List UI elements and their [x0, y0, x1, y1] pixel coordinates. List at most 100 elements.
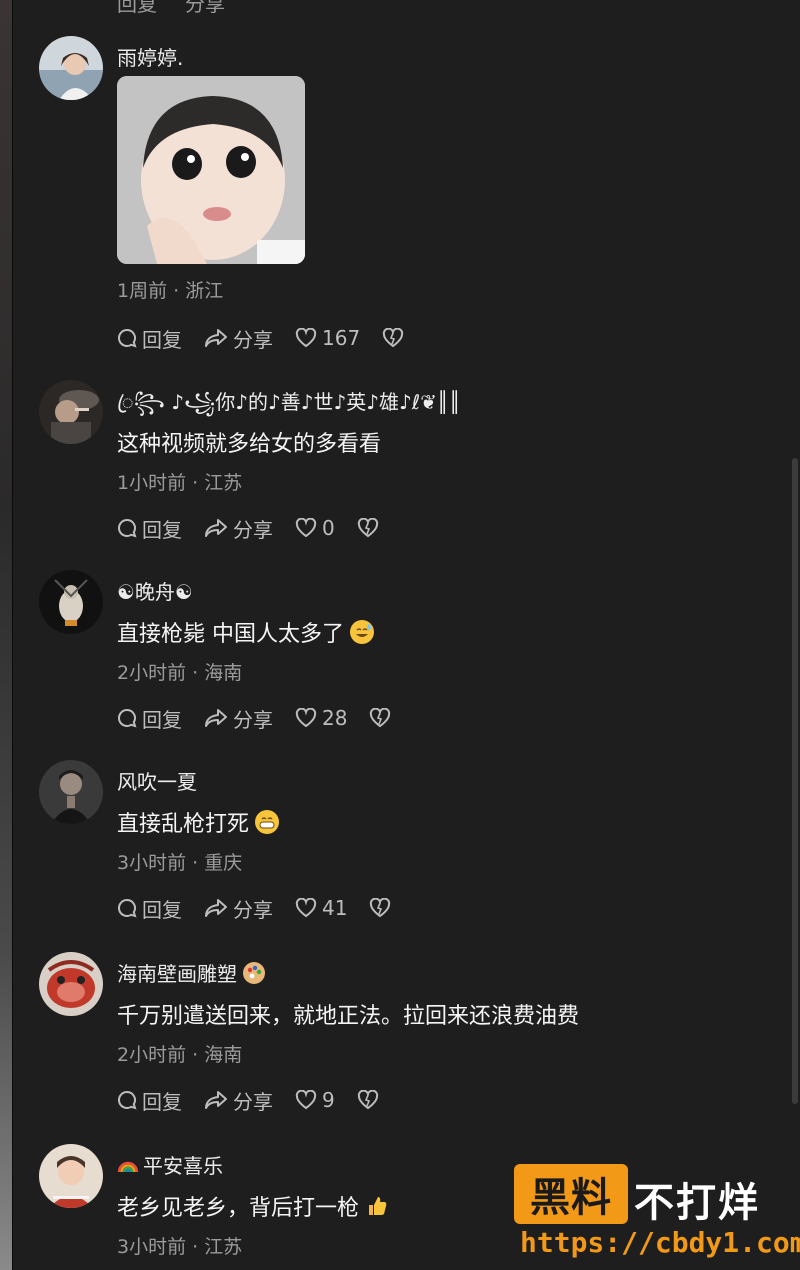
like-count: 28	[322, 706, 348, 730]
heart-icon	[295, 708, 317, 728]
avatar[interactable]	[39, 760, 103, 824]
palette-emoji	[243, 962, 265, 984]
left-edge-strip	[0, 0, 12, 1270]
comment-text: 这种视频就多给女的多看看	[117, 432, 382, 457]
dislike-button[interactable]	[369, 898, 391, 918]
sticker-image[interactable]	[117, 76, 305, 264]
comment-text: 老乡见老乡，背后打一枪	[117, 1190, 389, 1222]
heart-icon	[295, 328, 317, 348]
reply-button[interactable]: 回复	[117, 324, 182, 353]
comment-meta: 3小时前 · 江苏	[117, 1236, 243, 1258]
reply-icon	[118, 708, 137, 728]
share-label: 分享	[233, 707, 273, 732]
scrollbar[interactable]	[792, 458, 798, 1104]
comment-meta: 2小时前 · 海南	[117, 662, 243, 684]
share-label: 分享	[233, 1089, 273, 1114]
avatar[interactable]	[39, 380, 103, 444]
reply-icon	[118, 1090, 137, 1110]
rainbow-emoji	[117, 1154, 139, 1176]
comment-meta: 2小时前 · 海南	[117, 1044, 243, 1066]
share-button[interactable]: 分享	[204, 514, 273, 543]
share-button[interactable]: 分享	[204, 324, 273, 353]
dislike-button[interactable]	[357, 1090, 379, 1110]
reply-button[interactable]: 回复	[117, 894, 182, 923]
comment-text: 千万别遣送回来，就地正法。拉回来还浪费油费	[117, 1004, 580, 1029]
comment-actions: 回复 分享 41	[117, 894, 413, 922]
dislike-button[interactable]	[357, 518, 379, 538]
reply-label: 回复	[142, 1089, 182, 1114]
comment-text: 直接枪毙 中国人太多了	[117, 616, 374, 648]
reply-label: 回复	[142, 707, 182, 732]
reply-icon	[118, 328, 137, 348]
username[interactable]: 风吹一夏	[117, 766, 197, 795]
comment-text: 直接乱枪打死	[117, 806, 280, 838]
broken-heart-icon	[357, 1090, 378, 1110]
dislike-button[interactable]	[369, 708, 391, 728]
reply-label: 回复	[142, 517, 182, 542]
broken-heart-icon	[357, 518, 378, 538]
broken-heart-icon	[383, 328, 404, 348]
previous-comment-actions: 回复 分享	[117, 0, 225, 16]
watermark-box: 黑料	[514, 1164, 628, 1224]
username[interactable]: 平安喜乐	[117, 1150, 223, 1179]
heart-icon	[295, 518, 317, 538]
avatar[interactable]	[39, 36, 103, 100]
thumbs-up-emoji	[365, 1194, 389, 1218]
comment-text-content: 直接乱枪打死	[117, 812, 250, 837]
watermark-url: https://cbdy1.com	[520, 1226, 800, 1259]
share-label: 分享	[233, 897, 273, 922]
share-icon	[205, 709, 227, 727]
username[interactable]: ꦿ꧂ ♪꧁你♪的♪善♪世♪英♪雄♪ℓ❦║║	[117, 386, 461, 428]
reply-label: 回复	[142, 327, 182, 352]
reply-button[interactable]: 回复	[117, 514, 182, 543]
username[interactable]: 海南壁画雕塑	[117, 958, 265, 987]
comment-meta: 3小时前 · 重庆	[117, 852, 243, 874]
broken-heart-icon	[370, 898, 391, 918]
reply-label: 回复	[142, 897, 182, 922]
reply-icon	[118, 898, 137, 918]
avatar[interactable]	[39, 952, 103, 1016]
comment-text-content: 直接枪毙 中国人太多了	[117, 622, 344, 647]
share-label: 分享	[233, 517, 273, 542]
share-icon	[205, 899, 227, 917]
username[interactable]: ☯晚舟☯	[117, 576, 193, 605]
comment-meta: 1周前 · 浙江	[117, 280, 224, 302]
like-count: 167	[322, 326, 361, 350]
share-icon	[205, 1091, 227, 1109]
like-button[interactable]: 0	[295, 516, 335, 540]
heart-icon	[295, 898, 317, 918]
watermark-slogan: 不打烊	[634, 1180, 760, 1226]
dislike-button[interactable]	[382, 328, 404, 348]
comment-actions: 回复 分享 9	[117, 1086, 401, 1114]
broken-heart-icon	[370, 708, 391, 728]
reply-icon	[118, 518, 137, 538]
share-button[interactable]: 分享	[204, 894, 273, 923]
avatar[interactable]	[39, 1144, 103, 1208]
watermark: 黑料 不打烊 https://cbdy1.com	[514, 1164, 800, 1264]
share-button[interactable]: 分享	[204, 704, 273, 733]
previous-share-label[interactable]: 分享	[185, 0, 225, 16]
share-icon	[205, 519, 227, 537]
grin-emoji	[255, 810, 280, 834]
comment-actions: 回复 分享 167	[117, 324, 426, 352]
comment-panel[interactable]: 回复 分享 雨婷婷. 1周前 · 浙江 回复 分享 167 ꦿ꧂ ♪꧁你♪的♪善…	[13, 0, 800, 1270]
like-count: 0	[322, 516, 335, 540]
share-label: 分享	[233, 327, 273, 352]
comment-actions: 回复 分享 0	[117, 514, 401, 542]
username[interactable]: 雨婷婷.	[117, 42, 183, 71]
avatar[interactable]	[39, 570, 103, 634]
previous-reply-label[interactable]: 回复	[117, 0, 157, 16]
like-button[interactable]: 167	[295, 326, 360, 350]
comment-meta: 1小时前 · 江苏	[117, 472, 243, 494]
username-text: 平安喜乐	[143, 1154, 223, 1178]
share-button[interactable]: 分享	[204, 1086, 273, 1115]
like-button[interactable]: 9	[295, 1088, 335, 1112]
comment-text-content: 老乡见老乡，背后打一枪	[117, 1196, 360, 1221]
share-icon	[205, 329, 227, 347]
like-button[interactable]: 28	[295, 706, 347, 730]
sweat-smile-emoji	[350, 620, 374, 644]
reply-button[interactable]: 回复	[117, 1086, 182, 1115]
username-text: 海南壁画雕塑	[117, 962, 237, 986]
reply-button[interactable]: 回复	[117, 704, 182, 733]
like-button[interactable]: 41	[295, 896, 347, 920]
